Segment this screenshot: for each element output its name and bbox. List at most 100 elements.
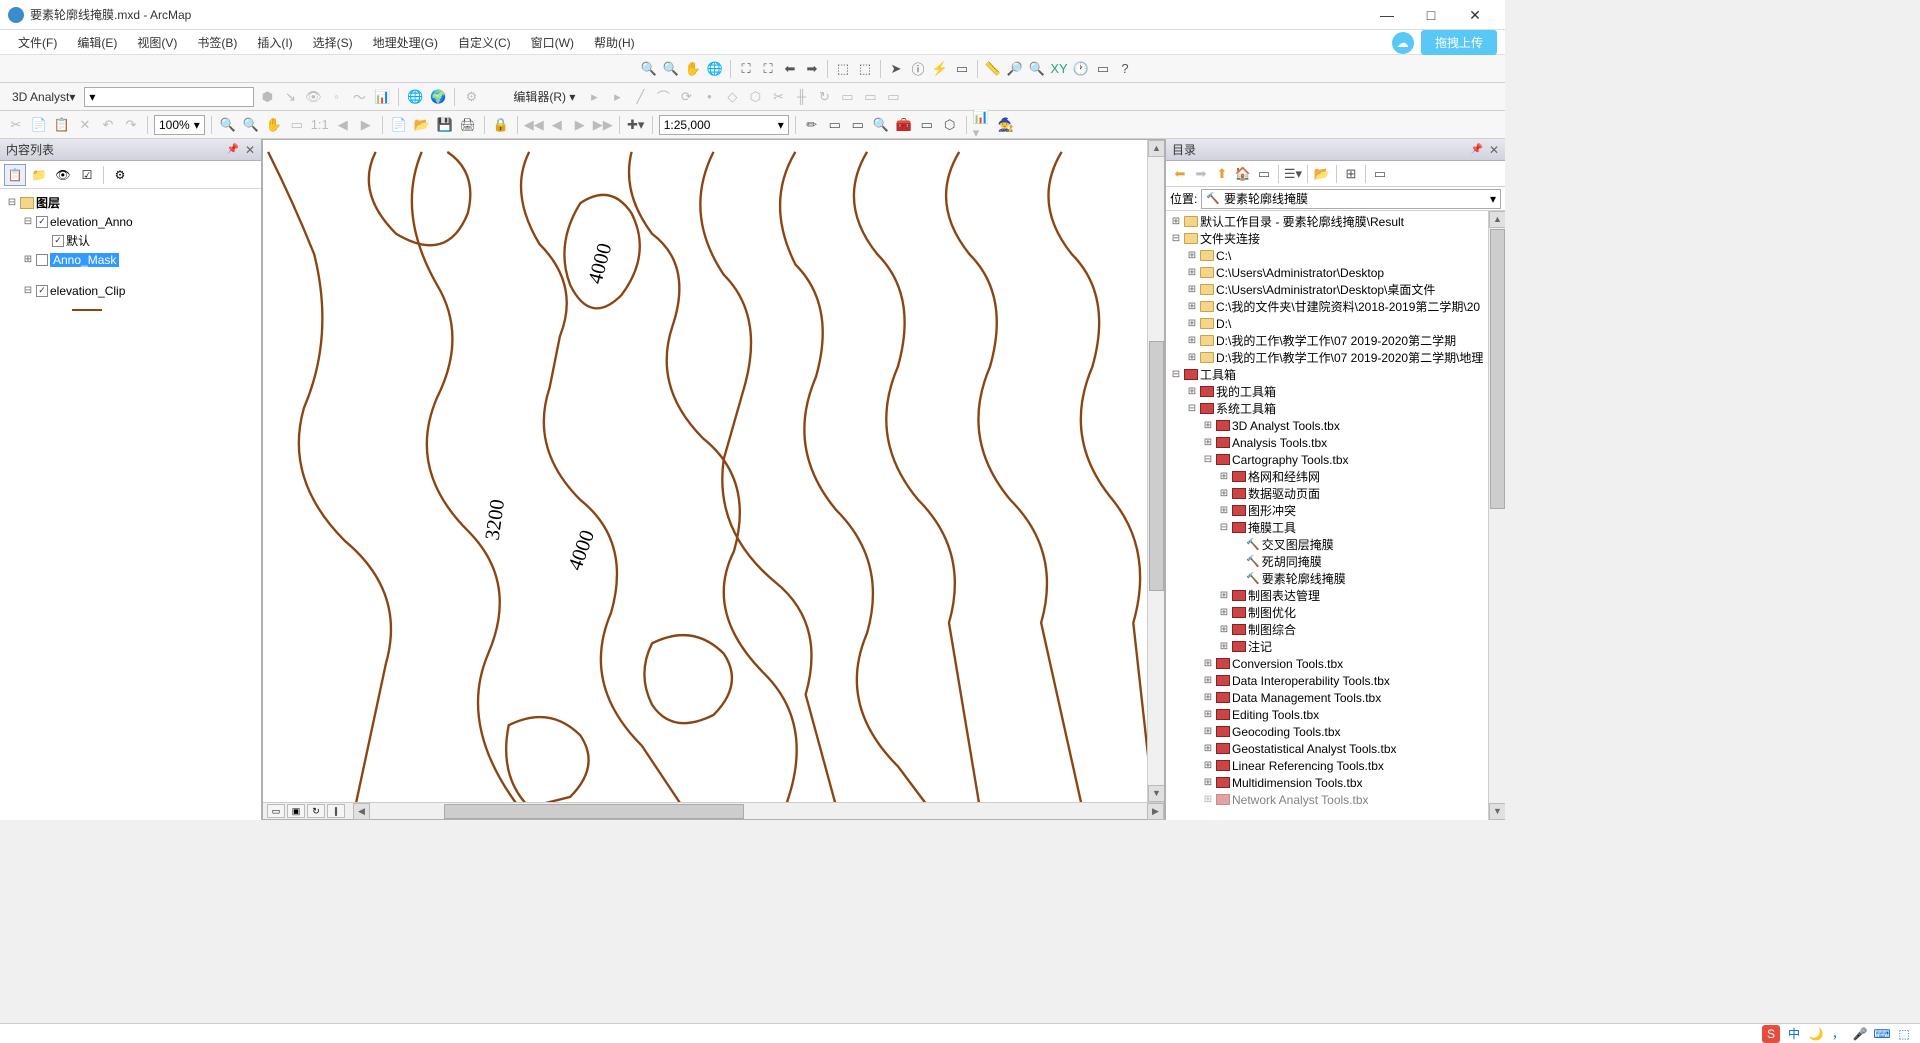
layout-back-icon[interactable]: ◀: [333, 115, 353, 135]
3d-analyst-dropdown[interactable]: 3D Analyst▾: [6, 88, 81, 106]
fixed-zoom-in-icon[interactable]: ⛶: [736, 59, 756, 79]
tree-item[interactable]: ⊞C:\Users\Administrator\Desktop\桌面文件: [1166, 281, 1505, 298]
map-view[interactable]: 4000 3200 4000 ▲ ▼ ▭ ▣ ↻ ∥ ◀ ▶: [262, 139, 1165, 820]
scroll-down-icon[interactable]: ▼: [1148, 785, 1164, 802]
horizontal-scrollbar[interactable]: ▭ ▣ ↻ ∥ ◀ ▶: [263, 802, 1164, 819]
pin-icon[interactable]: 📌: [1470, 144, 1482, 155]
list-by-selection-icon[interactable]: ☑: [76, 164, 98, 186]
back-icon[interactable]: ⬅: [780, 59, 800, 79]
ime-settings-icon[interactable]: ⬚: [1896, 1026, 1912, 1042]
menu-windows[interactable]: 窗口(W): [521, 31, 584, 54]
straight-segment-icon[interactable]: ╱: [630, 87, 650, 107]
hyperlink-icon[interactable]: ⚡: [930, 59, 950, 79]
reshape-icon[interactable]: ⬡: [745, 87, 765, 107]
full-extent-icon[interactable]: 🌐: [705, 59, 725, 79]
layout-view-button[interactable]: ▣: [287, 804, 305, 818]
menu-selection[interactable]: 选择(S): [303, 31, 363, 54]
tree-item[interactable]: ⊞我的工具箱: [1166, 383, 1505, 400]
pin-icon[interactable]: 📌: [226, 144, 238, 155]
scale-combo[interactable]: 1:25,000▾: [659, 115, 789, 135]
python-icon[interactable]: ▭: [917, 115, 937, 135]
scroll-up-icon[interactable]: ▲: [1148, 140, 1164, 157]
tree-item[interactable]: ⊟文件夹连接: [1166, 230, 1505, 247]
edit-vertices-icon[interactable]: ◇: [722, 87, 742, 107]
edit-anno-icon[interactable]: ▸: [607, 87, 627, 107]
menu-insert[interactable]: 插入(I): [247, 31, 302, 54]
model-builder-icon[interactable]: ⬡: [940, 115, 960, 135]
list-by-visibility-icon[interactable]: 👁: [52, 164, 74, 186]
save-icon[interactable]: 💾: [435, 115, 455, 135]
upload-area[interactable]: ☁ 拖拽上传: [1392, 30, 1497, 55]
tree-item[interactable]: ⊞制图优化: [1166, 604, 1505, 621]
redo-icon[interactable]: ↷: [121, 115, 141, 135]
rotate-icon[interactable]: ↻: [814, 87, 834, 107]
tree-item[interactable]: ⊞C:\: [1166, 247, 1505, 264]
globe-icon[interactable]: 🌐: [405, 87, 425, 107]
toggle-contents-icon[interactable]: ⊞: [1341, 164, 1361, 184]
tree-item[interactable]: ⊞Network Analyst Tools.tbx: [1166, 791, 1505, 808]
identify-icon[interactable]: ⓘ: [908, 59, 928, 79]
collapse-icon[interactable]: ⊟: [22, 216, 34, 227]
new-icon[interactable]: 📄: [389, 115, 409, 135]
scroll-right-icon[interactable]: ▶: [1147, 803, 1164, 820]
layout-fwd-icon[interactable]: ▶: [356, 115, 376, 135]
list-by-source-icon[interactable]: 📁: [28, 164, 50, 186]
edit-tool-icon[interactable]: ▸: [584, 87, 604, 107]
tree-item[interactable]: ⊞D:\我的工作\教学工作\07 2019-2020第二学期: [1166, 332, 1505, 349]
visibility-checkbox[interactable]: [36, 285, 48, 297]
tree-tool[interactable]: 🔨死胡同掩膜: [1166, 553, 1505, 570]
geostats-wizard-icon[interactable]: 🧙: [996, 115, 1016, 135]
tree-item[interactable]: ⊞Geostatistical Analyst Tools.tbx: [1166, 740, 1505, 757]
ime-mic-icon[interactable]: 🎤: [1852, 1026, 1868, 1042]
ddp-next-icon[interactable]: ▶: [570, 115, 590, 135]
undo-icon[interactable]: ↶: [98, 115, 118, 135]
map-canvas[interactable]: 4000 3200 4000 ▲ ▼: [263, 140, 1164, 819]
scene-icon[interactable]: 🌍: [428, 87, 448, 107]
ime-moon-icon[interactable]: 🌙: [1808, 1026, 1824, 1042]
scroll-up-icon[interactable]: ▲: [1489, 211, 1505, 228]
tree-item[interactable]: ⊞Conversion Tools.tbx: [1166, 655, 1505, 672]
measure-icon[interactable]: 📏: [983, 59, 1003, 79]
point-icon[interactable]: •: [699, 87, 719, 107]
back-icon[interactable]: ⬅: [1170, 164, 1190, 184]
zoom-out-icon[interactable]: 🔍: [661, 59, 681, 79]
layout-zoom-in-icon[interactable]: 🔍: [218, 115, 238, 135]
menu-edit[interactable]: 编辑(E): [67, 31, 127, 54]
tree-tool[interactable]: 🔨交叉图层掩膜: [1166, 536, 1505, 553]
expand-icon[interactable]: ⊞: [22, 254, 34, 265]
go-to-xy-icon[interactable]: XY: [1049, 59, 1069, 79]
geostats-options-icon[interactable]: 📊▾: [973, 115, 993, 135]
zoom-in-icon[interactable]: 🔍: [639, 59, 659, 79]
menu-view[interactable]: 视图(V): [127, 31, 187, 54]
data-view-button[interactable]: ▭: [267, 804, 285, 818]
toc-symbol-line[interactable]: [2, 300, 259, 319]
analyst-layer-combo[interactable]: ▾: [84, 87, 254, 107]
home-icon[interactable]: 🏠: [1233, 164, 1253, 184]
tree-item[interactable]: ⊞Linear Referencing Tools.tbx: [1166, 757, 1505, 774]
pause-button[interactable]: ∥: [327, 804, 345, 818]
ime-comma-icon[interactable]: ，: [1830, 1026, 1846, 1042]
analyst-options-icon[interactable]: ⚙: [461, 87, 481, 107]
pan-icon[interactable]: ✋: [683, 59, 703, 79]
tree-item[interactable]: ⊞制图综合: [1166, 621, 1505, 638]
find-route-icon[interactable]: 🔍: [1027, 59, 1047, 79]
forward-icon[interactable]: ➡: [802, 59, 822, 79]
scroll-left-icon[interactable]: ◀: [353, 803, 370, 820]
los-icon[interactable]: 👁: [303, 87, 323, 107]
list-by-drawing-order-icon[interactable]: 📋: [4, 164, 26, 186]
catalog-window-icon[interactable]: ▭: [848, 115, 868, 135]
tree-item[interactable]: ⊞默认工作目录 - 要素轮廓线掩膜\Result: [1166, 213, 1505, 230]
tree-item[interactable]: ⊞Analysis Tools.tbx: [1166, 434, 1505, 451]
ddp-last-icon[interactable]: ▶▶: [593, 115, 613, 135]
tree-tool[interactable]: 🔨要素轮廓线掩膜: [1166, 570, 1505, 587]
toc-layer-anno[interactable]: ⊟ elevation_Anno: [2, 212, 259, 231]
copy-icon[interactable]: 📄: [29, 115, 49, 135]
menu-geoprocessing[interactable]: 地理处理(G): [363, 31, 448, 54]
collapse-icon[interactable]: ⊟: [22, 285, 34, 296]
close-icon[interactable]: ✕: [245, 143, 255, 157]
create-viewer-icon[interactable]: ▭: [1093, 59, 1113, 79]
scroll-thumb[interactable]: [444, 804, 744, 819]
connect-folder-icon[interactable]: 📂: [1312, 164, 1332, 184]
maximize-button[interactable]: □: [1409, 1, 1453, 29]
scroll-thumb[interactable]: [1149, 341, 1164, 591]
